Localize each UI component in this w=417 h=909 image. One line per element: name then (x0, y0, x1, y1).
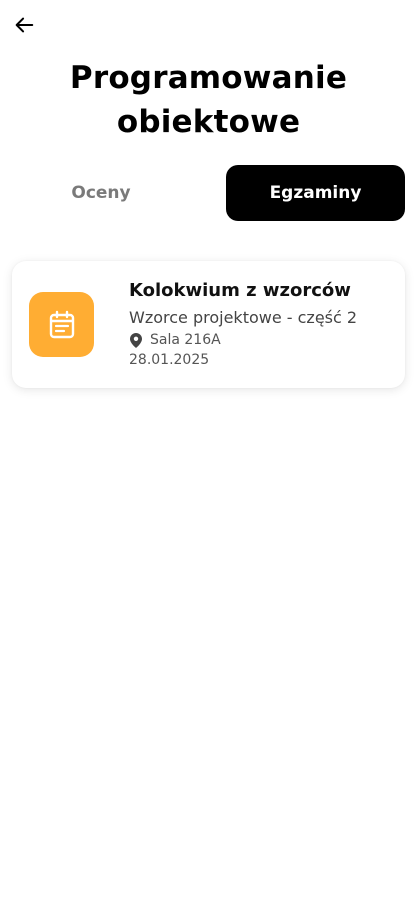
exam-location: Sala 216A (129, 331, 399, 349)
tab-exams[interactable]: Egzaminy (226, 165, 405, 221)
exam-title: Kolokwium z wzorców (129, 280, 351, 301)
map-pin-icon (129, 332, 143, 348)
back-button[interactable] (12, 13, 36, 37)
tab-grades[interactable]: Oceny (12, 165, 190, 221)
exam-screen: Programowanie obiektowe Oceny Egzaminy K… (0, 0, 417, 909)
exam-details: Kolokwium z wzorców Wzorce projektowe - … (129, 279, 399, 369)
exam-card[interactable]: Kolokwium z wzorców Wzorce projektowe - … (12, 261, 405, 388)
arrow-left-icon (15, 17, 34, 33)
exam-icon-tile (29, 292, 94, 357)
tab-exams-label: Egzaminy (269, 183, 362, 203)
page-title-line1: Programowanie (69, 60, 348, 96)
tab-grades-label: Oceny (71, 183, 131, 203)
exam-location-text: Sala 216A (150, 332, 221, 348)
page-title-line2: obiektowe (116, 104, 301, 140)
page-title: Programowanie obiektowe (0, 56, 417, 144)
exam-date: 28.01.2025 (129, 352, 210, 368)
exam-subtitle: Wzorce projektowe - część 2 (129, 308, 358, 327)
calendar-note-icon (49, 310, 74, 338)
tab-bar: Oceny Egzaminy (0, 165, 417, 221)
